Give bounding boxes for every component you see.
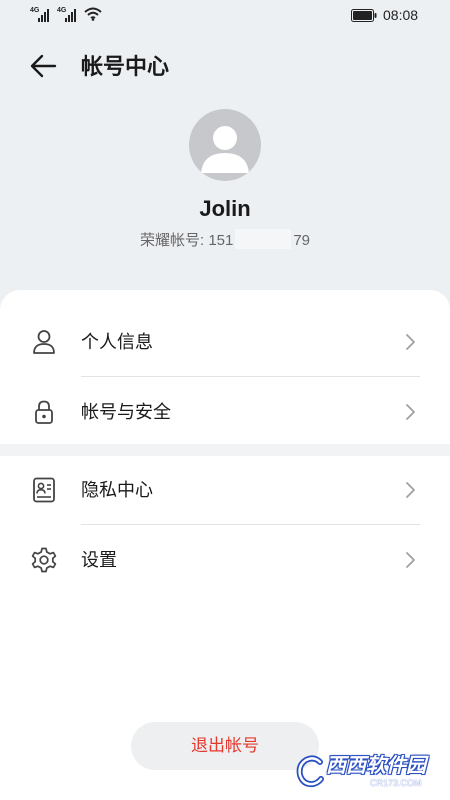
menu-item-label: 帐号与安全 [81, 402, 171, 422]
user-name: Jolin [199, 196, 251, 221]
watermark-subtext: CR173.COM [370, 778, 422, 788]
person-icon [33, 330, 55, 354]
account-menu-card: 个人信息 帐号与安全 [0, 290, 450, 440]
back-button[interactable] [24, 48, 64, 88]
signal-bars-icon [38, 9, 49, 22]
menu-item-label: 设置 [81, 550, 117, 570]
default-avatar-icon [201, 126, 249, 173]
watermark-text: 西西软件园 [326, 755, 426, 777]
menu-item-account-security[interactable]: 帐号与安全 [0, 378, 450, 446]
chevron-right-icon [406, 404, 415, 420]
menu-item-label: 隐私中心 [81, 480, 153, 500]
menu-item-label: 个人信息 [81, 332, 153, 352]
account-number: 荣耀帐号: 151 79 [0, 229, 450, 252]
menu-item-personal-info[interactable]: 个人信息 [0, 308, 450, 376]
account-prefix: 151 [208, 232, 234, 249]
watermark-logo: 西西软件园 CR173.COM [296, 752, 436, 792]
account-label: 荣耀帐号: [139, 232, 205, 249]
account-suffix: 79 [293, 232, 311, 249]
chevron-right-icon [406, 334, 415, 350]
menu-item-settings[interactable]: 设置 [0, 526, 450, 594]
chevron-right-icon [406, 482, 415, 498]
section-gap [0, 444, 450, 456]
id-card-icon [33, 477, 55, 503]
signal-bars-icon [65, 9, 76, 22]
clock: 08:08 [383, 7, 419, 23]
logout-button[interactable]: 退出帐号 [131, 722, 319, 770]
avatar[interactable] [189, 109, 261, 181]
back-arrow-icon [30, 54, 57, 78]
status-bar: 4G 4G 08:08 [0, 0, 450, 32]
divider [81, 376, 420, 377]
divider [81, 524, 420, 525]
watermark-c-icon [296, 755, 324, 788]
gear-icon [31, 547, 57, 573]
account-redaction [235, 229, 292, 249]
chevron-right-icon [406, 552, 415, 568]
page-title: 帐号中心 [81, 54, 170, 79]
menu-item-privacy-center[interactable]: 隐私中心 [0, 456, 450, 524]
battery-icon [351, 9, 377, 22]
wifi-icon [84, 7, 102, 21]
lock-icon [35, 400, 53, 424]
